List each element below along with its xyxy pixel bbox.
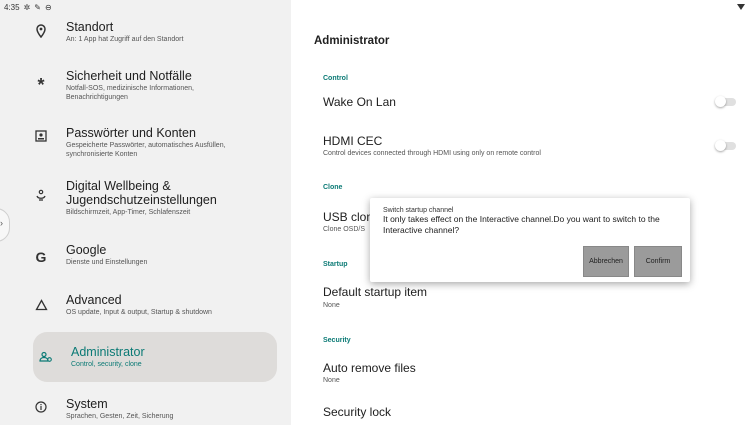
google-icon: G [35, 249, 47, 265]
chevron-right-icon: › [0, 218, 3, 228]
hdmi-cec-label[interactable]: HDMI CEC [323, 134, 382, 148]
section-header-clone: Clone [323, 184, 343, 191]
sidebar-item-subtitle: Bildschirmzeit, App-Timer, Schlafenszeit [66, 209, 191, 216]
sidebar-item-passwoerter[interactable]: Passwörter und Konten Gespeicherte Passw… [30, 126, 278, 159]
sidebar-item-subtitle: OS update, Input & output, Startup & shu… [66, 309, 212, 316]
auto-remove-value: None [323, 377, 340, 384]
sidebar-item-subtitle: Gespeicherte Passwörter, automatisches A… [66, 142, 226, 158]
wake-on-lan-label[interactable]: Wake On Lan [323, 95, 396, 109]
sidebar-item-subtitle: An: 1 App hat Zugriff auf den Standort [66, 36, 184, 43]
house-outline-icon [30, 299, 52, 311]
usb-clone-label[interactable]: USB clon [323, 210, 373, 224]
sidebar-item-title: System [66, 397, 108, 411]
hdmi-cec-description: Control devices connected through HDMI u… [323, 150, 541, 157]
page-title: Administrator [314, 35, 390, 47]
auto-remove-label[interactable]: Auto remove files [323, 361, 416, 375]
asterisk-icon: * [37, 75, 45, 95]
sidebar-item-title: Administrator [71, 345, 145, 359]
default-startup-value: None [323, 302, 340, 309]
info-icon [30, 401, 52, 413]
section-header-security: Security [323, 337, 351, 344]
side-drawer-handle[interactable]: › [0, 208, 10, 242]
minus-circle-icon: ⊖ [44, 3, 52, 12]
usb-clone-description: Clone OSD/S [323, 226, 366, 233]
cancel-button[interactable]: Abbrechen [583, 246, 629, 277]
admin-users-icon [35, 351, 57, 363]
sidebar-item-administrator[interactable]: Administrator Control, security, clone [33, 332, 277, 382]
dialog-title: Switch startup channel [383, 207, 454, 214]
sidebar-item-sicherheit[interactable]: * Sicherheit und Notfälle Notfall-SOS, m… [30, 69, 278, 102]
toggle-knob [715, 140, 726, 151]
sidebar-item-subtitle: Control, security, clone [71, 361, 142, 368]
switch-startup-channel-dialog: Switch startup channel It only takes eff… [370, 198, 690, 282]
default-startup-label[interactable]: Default startup item [323, 285, 427, 299]
settings-gear-icon: ✲ [23, 3, 31, 12]
sidebar-item-subtitle: Dienste und Einstellungen [66, 259, 148, 266]
status-time: 4:35 [4, 3, 20, 12]
settings-sidebar: 4:35 ✲ ✎ ⊖ Standort An: 1 App hat Zugrif… [0, 0, 291, 425]
sidebar-item-advanced[interactable]: Advanced OS update, Input & output, Star… [30, 293, 278, 317]
sidebar-item-google[interactable]: G Google Dienste und Einstellungen [30, 243, 278, 267]
security-lock-label[interactable]: Security lock [323, 405, 391, 419]
sidebar-item-title: Passwörter und Konten [66, 126, 196, 140]
sidebar-item-title: Digital Wellbeing & Jugendschutzeinstell… [66, 179, 217, 207]
wellbeing-icon [30, 189, 52, 202]
toggle-knob [715, 96, 726, 107]
section-header-control: Control [323, 75, 348, 82]
wifi-icon [737, 4, 745, 10]
sidebar-item-title: Standort [66, 20, 114, 34]
sidebar-item-system[interactable]: System Sprachen, Gesten, Zeit, Sicherung [30, 397, 278, 421]
section-header-startup: Startup [323, 261, 348, 268]
hdmi-cec-toggle[interactable] [715, 140, 736, 151]
sidebar-item-subtitle: Sprachen, Gesten, Zeit, Sicherung [66, 413, 174, 420]
sidebar-item-digital-wellbeing[interactable]: Digital Wellbeing & Jugendschutzeinstell… [30, 179, 278, 217]
sidebar-item-title: Advanced [66, 293, 122, 307]
account-box-icon [30, 130, 52, 142]
status-bar: 4:35 ✲ ✎ ⊖ [4, 3, 52, 12]
sidebar-item-title: Google [66, 243, 107, 257]
dialog-message: It only takes effect on the Interactive … [383, 214, 660, 235]
sidebar-item-standort[interactable]: Standort An: 1 App hat Zugriff auf den S… [30, 20, 278, 44]
wrench-icon: ✎ [34, 3, 41, 12]
wake-on-lan-toggle[interactable] [715, 96, 736, 107]
sidebar-item-title: Sicherheit und Notfälle [66, 69, 192, 83]
sidebar-item-subtitle: Notfall-SOS, medizinische Informationen,… [66, 85, 194, 101]
location-pin-icon [30, 24, 52, 38]
confirm-button[interactable]: Confirm [634, 246, 682, 277]
